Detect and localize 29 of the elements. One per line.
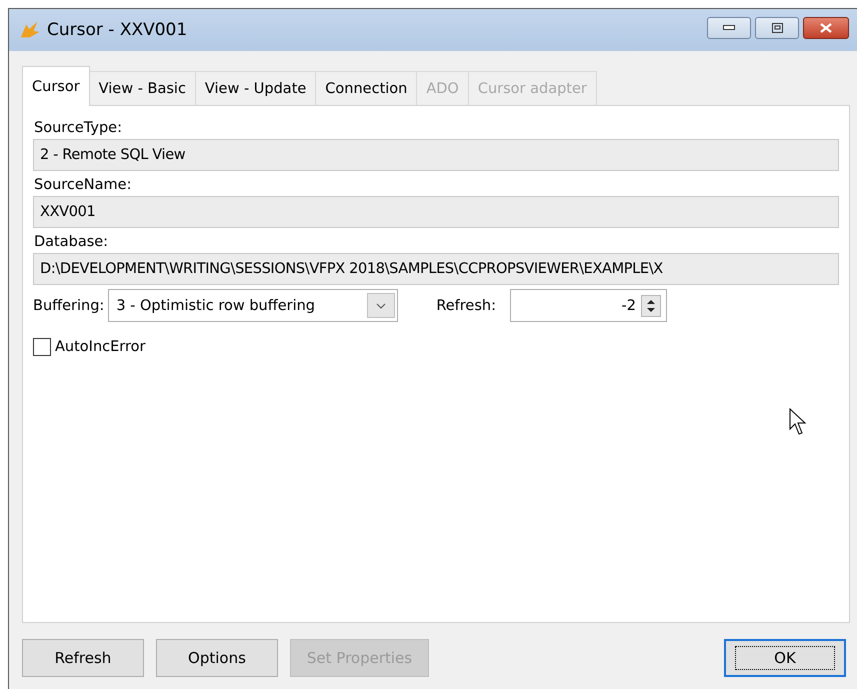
- close-icon: [820, 23, 832, 33]
- buffering-dropdown[interactable]: 3 - Optimistic row buffering: [108, 289, 398, 322]
- spinner-buttons[interactable]: [640, 294, 661, 316]
- chevron-down-icon: [376, 302, 386, 308]
- maximize-icon: [772, 23, 782, 33]
- field-label: Database:: [34, 234, 110, 250]
- tab[interactable]: Cursor: [22, 66, 90, 106]
- maximize-button[interactable]: [755, 17, 799, 39]
- minimize-icon: [723, 25, 735, 31]
- readonly-field[interactable]: 2 - Remote SQL View: [33, 139, 839, 171]
- mouse-pointer-icon: [789, 408, 807, 436]
- window-title: Cursor - XXV001: [47, 20, 188, 40]
- dropdown-value: 3 - Optimistic row buffering: [116, 298, 316, 314]
- button[interactable]: Refresh: [22, 639, 144, 677]
- spinner-value: -2: [622, 298, 636, 314]
- readonly-field[interactable]: D:\DEVELOPMENT\WRITING\SESSIONS\VFPX 2018\SAMPLES\CCPROPSVIEWER\EXAMPLE\X: [33, 253, 839, 285]
- buffering-label: Buffering:: [33, 298, 104, 314]
- checkbox-label: AutoIncError: [55, 339, 146, 355]
- close-button[interactable]: [803, 17, 849, 39]
- readonly-field[interactable]: XXV001: [33, 196, 839, 228]
- button[interactable]: Options: [156, 639, 278, 677]
- up-down-arrows-icon: [646, 298, 655, 312]
- checkbox[interactable]: [33, 338, 51, 356]
- field-label: SourceType:: [34, 120, 123, 136]
- field-label: SourceName:: [34, 177, 132, 193]
- refresh-label: Refresh:: [436, 298, 496, 314]
- refresh-spinner[interactable]: -2: [510, 289, 667, 322]
- minimize-button[interactable]: [707, 17, 751, 39]
- button[interactable]: OK: [724, 639, 846, 677]
